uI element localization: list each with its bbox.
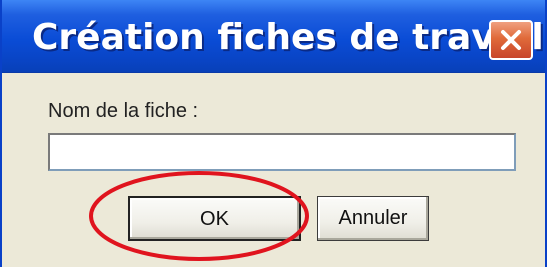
cancel-button[interactable]: Annuler (317, 196, 429, 241)
close-x-icon (501, 30, 521, 50)
sheet-name-input[interactable] (48, 133, 516, 171)
window-title: Création fiches de travail (32, 17, 544, 58)
ok-button[interactable]: OK (128, 196, 301, 241)
dialog-window: Création fiches de travail Nom de la fic… (0, 0, 547, 267)
name-field-label: Nom de la fiche : (48, 100, 199, 122)
close-button[interactable] (489, 20, 533, 60)
title-bar[interactable]: Création fiches de travail (2, 0, 545, 73)
